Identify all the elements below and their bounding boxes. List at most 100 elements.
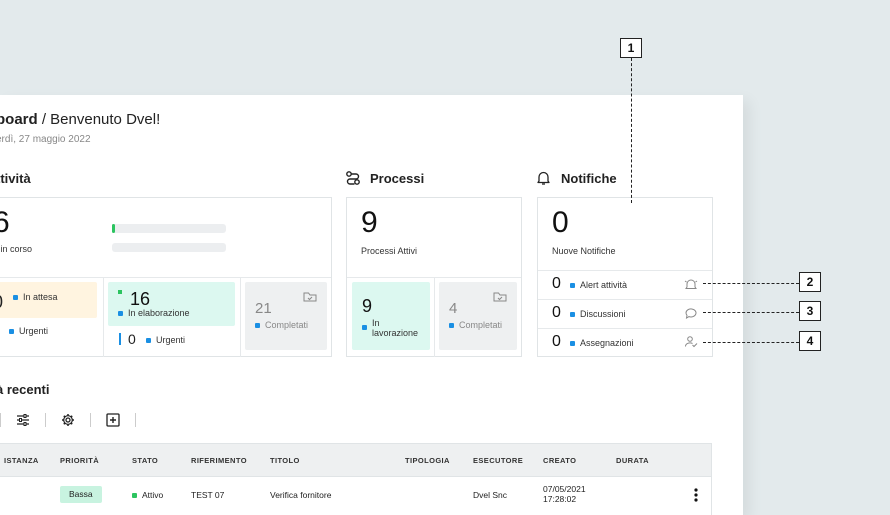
status-dot (146, 338, 151, 344)
attivita-progress-fill (112, 224, 115, 233)
callout-leader (703, 312, 799, 313)
notifica-discussioni[interactable]: 0 Discussioni (538, 299, 712, 328)
callout-1: 1 (620, 38, 642, 58)
divider (240, 277, 241, 357)
creato-date-cell: 07/05/2021 (543, 484, 586, 494)
lavorazione-tile[interactable]: 9 In lavorazione (352, 282, 430, 350)
callout-leader (703, 342, 799, 343)
processi-completati-label: Completati (449, 320, 502, 330)
elaborazione-label: In elaborazione (118, 308, 190, 318)
notifiche-card[interactable]: 0 Nuove Notifiche 0 Alert attività 0 Dis… (537, 197, 713, 357)
status-dot (449, 323, 454, 329)
toolbar-divider (90, 413, 91, 427)
attivita-secondary-bar (112, 243, 226, 252)
riferimento-cell: TEST 07 (191, 490, 225, 500)
table-row[interactable]: Bassa Attivo TEST 07 Verifica fornitore … (0, 480, 711, 515)
table-header: ISTANZA PRIORITÀ STATO RIFERIMENTO TITOL… (0, 444, 711, 477)
status-cell: Attivo (132, 490, 163, 500)
notifica-count: 0 (552, 304, 561, 321)
bell-icon (536, 170, 551, 191)
notifica-count: 0 (552, 275, 561, 292)
column-header[interactable]: DURATA (616, 456, 649, 465)
status-dot (570, 341, 575, 347)
lavorazione-label (362, 319, 370, 337)
column-header[interactable]: TITOLO (270, 456, 300, 465)
processi-total: 9 (361, 206, 378, 239)
attivita-total: 6 (0, 206, 10, 239)
filter-sliders-icon[interactable] (16, 413, 30, 432)
attivita-completati-tile[interactable]: 21 Completati (245, 282, 327, 350)
column-header[interactable]: STATO (132, 456, 158, 465)
callout-3: 3 (799, 301, 821, 321)
toolbar-divider (0, 413, 1, 427)
status-dot (255, 323, 260, 329)
column-header[interactable]: RIFERIMENTO (191, 456, 247, 465)
status-dot (570, 312, 575, 318)
elaborazione-tile[interactable]: 16 In elaborazione (108, 282, 235, 326)
lavorazione-label-text: In lavorazione (372, 318, 419, 338)
notifica-label: Discussioni (570, 309, 626, 319)
chat-icon (684, 307, 698, 325)
attivita-progress-bar (112, 224, 226, 233)
processi-completati-count: 4 (449, 300, 458, 317)
priority-badge: Bassa (60, 486, 102, 503)
gear-icon[interactable] (61, 413, 75, 432)
row-menu-icon[interactable] (694, 488, 698, 507)
callout-2: 2 (799, 272, 821, 292)
processi-card[interactable]: 9 Processi Attivi 9 In lavorazione 4 Com… (346, 197, 522, 357)
processi-completati-tile[interactable]: 4 Completati (439, 282, 517, 350)
attivita-card[interactable]: 6 à in corso 0 In attesa Urgenti 16 In e… (0, 197, 332, 357)
callout-leader (631, 58, 632, 203)
folder-check-icon (493, 290, 507, 308)
attivita-total-label: à in corso (0, 244, 33, 254)
notifiche-total-label: Nuove Notifiche (552, 246, 616, 256)
urgent-marker (119, 333, 121, 345)
page-title: board / Benvenuto Dvel! (0, 111, 161, 128)
column-header[interactable]: TIPOLOGIA (405, 456, 450, 465)
processi-icon (345, 170, 361, 191)
processi-total-label: Processi Attivi (361, 246, 418, 256)
status-dot (118, 311, 123, 317)
recenti-table: ISTANZA PRIORITÀ STATO RIFERIMENTO TITOL… (0, 443, 712, 515)
callout-4: 4 (799, 331, 821, 351)
esecutore-cell: Dvel Snc (473, 490, 508, 500)
attivita-completati-label: Completati (255, 320, 308, 330)
status-dot (570, 283, 575, 289)
user-check-icon (684, 335, 698, 353)
attesa-count: 0 (0, 292, 3, 313)
toolbar-divider (45, 413, 46, 427)
section-notifiche-title: Notifiche (561, 171, 617, 186)
toolbar-divider (135, 413, 136, 427)
folder-check-icon (303, 290, 317, 308)
status-dot (132, 493, 137, 499)
notifiche-total: 0 (552, 206, 569, 239)
page-date: erdì, 27 maggio 2022 (0, 134, 91, 145)
elaborazione-count: 16 (130, 289, 151, 309)
creato-time-cell: 17:28:02 (543, 494, 577, 504)
callout-leader (703, 283, 799, 284)
column-header[interactable]: ISTANZA (4, 456, 39, 465)
notifica-alert-attivita[interactable]: 0 Alert attività (538, 270, 712, 299)
section-recenti-title: à recenti (0, 382, 50, 397)
attesa-label: In attesa (13, 292, 58, 302)
status-dot (362, 325, 367, 331)
notifica-count: 0 (552, 333, 561, 350)
attesa-urgenti: Urgenti (9, 326, 48, 336)
bell-alert-icon (684, 278, 698, 296)
status-dot (13, 295, 18, 301)
status-dot (9, 329, 14, 335)
notifica-label: Alert attività (570, 280, 627, 290)
column-header[interactable]: ESECUTORE (473, 456, 523, 465)
attivita-completati-count: 21 (255, 300, 272, 317)
elaborazione-urgenti: Urgenti (146, 335, 185, 345)
add-square-icon[interactable] (106, 413, 120, 432)
column-header[interactable]: CREATO (543, 456, 576, 465)
column-header[interactable]: PRIORITÀ (60, 456, 99, 465)
divider (434, 277, 435, 357)
titolo-cell: Verifica fornitore (270, 490, 332, 500)
section-processi-title: Processi (370, 171, 425, 186)
section-attivita-title: ttività (0, 171, 31, 186)
attesa-tile[interactable]: 0 In attesa (0, 282, 97, 318)
divider (103, 277, 104, 357)
notifica-assegnazioni[interactable]: 0 Assegnazioni (538, 328, 712, 357)
